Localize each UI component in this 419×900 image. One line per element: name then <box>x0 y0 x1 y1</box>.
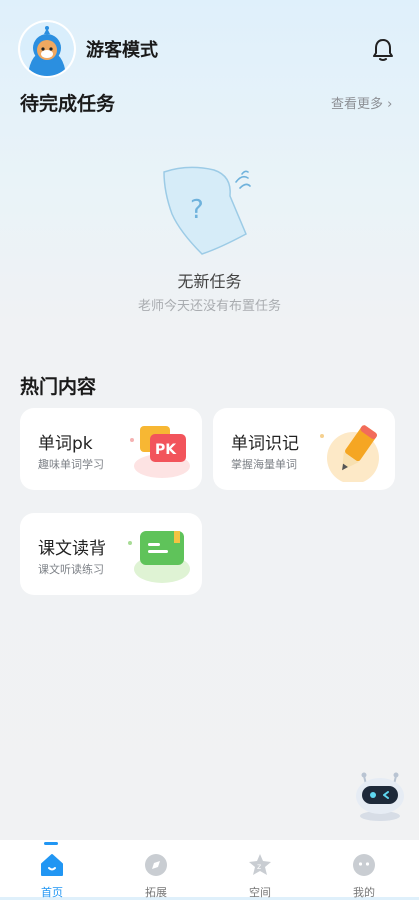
svg-text:?: ? <box>190 195 204 225</box>
pk-icon: PK <box>128 422 192 480</box>
card-word-pk[interactable]: 单词pk 趣味单词学习 PK <box>20 408 202 490</box>
nav-label-space: 空间 <box>249 886 271 899</box>
svg-text:z: z <box>257 862 261 871</box>
bell-icon[interactable] <box>372 38 394 62</box>
star-icon: z <box>249 854 271 875</box>
nav-item-home[interactable]: 首页 <box>0 852 104 900</box>
avatar[interactable] <box>20 22 74 76</box>
face-icon <box>353 854 375 876</box>
nav-label-explore: 拓展 <box>145 886 167 899</box>
pencil-icon <box>319 420 385 484</box>
empty-task-subtitle: 老师今天还没有布置任务 <box>137 299 281 314</box>
hot-section-title: 热门内容 <box>20 376 97 398</box>
pk-badge-text: PK <box>155 442 177 458</box>
nav-item-mine[interactable]: 我的 <box>312 852 416 900</box>
card-title: 单词pk <box>38 434 93 454</box>
card-subtitle: 课文听读练习 <box>38 563 104 576</box>
empty-task-illustration: ? <box>158 162 260 258</box>
card-title: 单词识记 <box>231 434 299 454</box>
bottom-nav: 首页 拓展 z 空间 我的 <box>0 840 419 900</box>
card-text-recite[interactable]: 课文读背 课文听读练习 <box>20 513 202 595</box>
nav-label-mine: 我的 <box>353 886 375 899</box>
compass-icon <box>145 854 167 876</box>
nav-label-home: 首页 <box>41 886 63 899</box>
card-subtitle: 掌握海量单词 <box>231 458 297 471</box>
book-icon <box>126 525 192 587</box>
empty-task-title: 无新任务 <box>177 272 242 291</box>
tasks-section-title: 待完成任务 <box>20 93 116 115</box>
card-word-memorize[interactable]: 单词识记 掌握海量单词 <box>213 408 395 490</box>
nav-item-space[interactable]: z 空间 <box>208 852 312 900</box>
avatar-image <box>20 22 74 76</box>
page-title: 游客模式 <box>86 40 158 61</box>
robot-assistant-icon[interactable] <box>350 768 410 822</box>
view-more-link[interactable]: 查看更多 › <box>331 93 392 112</box>
nav-item-explore[interactable]: 拓展 <box>104 852 208 900</box>
home-icon <box>41 854 63 876</box>
nav-active-indicator <box>44 842 58 845</box>
card-subtitle: 趣味单词学习 <box>38 458 104 471</box>
card-title: 课文读背 <box>38 539 106 559</box>
